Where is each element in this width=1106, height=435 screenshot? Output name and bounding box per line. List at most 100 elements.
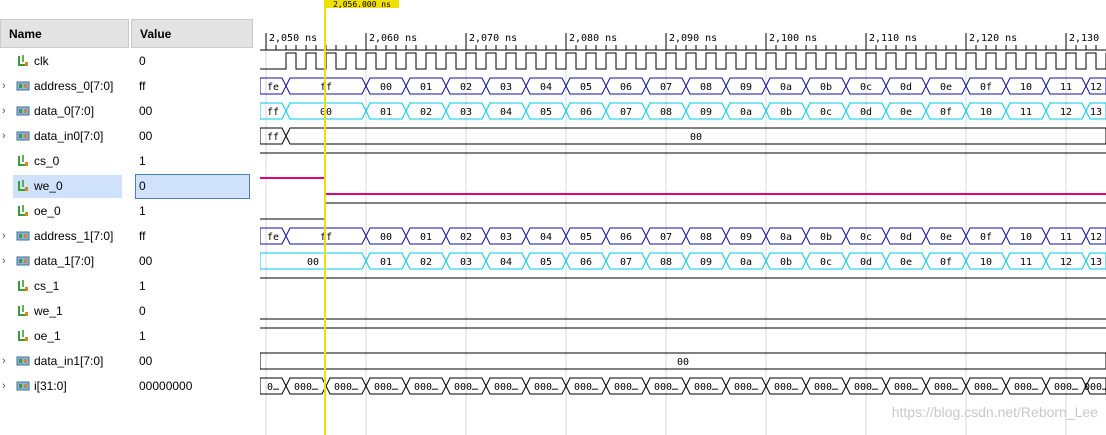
signal-name[interactable]: address_1[7:0] xyxy=(34,229,113,243)
expand-chevron-icon[interactable]: › xyxy=(2,355,6,367)
signal-name[interactable]: i[31:0] xyxy=(34,379,67,393)
time-tick-label: 2,120 ns xyxy=(969,33,1017,44)
i-counter-value-label: 000… xyxy=(694,382,718,393)
signal-row[interactable]: › address_1[7:0] ff xyxy=(0,224,260,249)
data-in0-value-label: 00 xyxy=(690,132,702,143)
signal-row[interactable]: › address_0[7:0] ff xyxy=(0,74,260,99)
address-0-value-label: 0a xyxy=(780,82,792,93)
data-1-value-label: 07 xyxy=(620,257,632,268)
signal-row[interactable]: › data_0[7:0] 00 xyxy=(0,99,260,124)
expand-chevron-icon[interactable]: › xyxy=(2,380,6,392)
signal-value: 0 xyxy=(139,179,146,193)
signal-name[interactable]: address_0[7:0] xyxy=(34,79,113,93)
address-1-value-label: 01 xyxy=(420,232,432,243)
expand-chevron-icon[interactable]: › xyxy=(2,80,6,92)
address-1-value-label: 0c xyxy=(860,232,872,243)
signal-name[interactable]: clk xyxy=(34,54,49,68)
time-tick-label: 2,080 ns xyxy=(569,33,617,44)
signal-row[interactable]: cs_0 1 xyxy=(0,149,260,174)
bus-signal-icon xyxy=(16,79,30,93)
i-counter-value-label: 000… xyxy=(534,382,558,393)
address-0-value-label: 04 xyxy=(540,82,552,93)
data-1-value-label: 04 xyxy=(500,257,512,268)
data-0-value-label: ff xyxy=(267,107,279,118)
signal-row[interactable]: › data_in0[7:0] 00 xyxy=(0,124,260,149)
signal-row[interactable]: oe_0 1 xyxy=(0,199,260,224)
signal-row[interactable]: › data_1[7:0] 00 xyxy=(0,249,260,274)
data-0-value-label: 03 xyxy=(460,107,472,118)
value-column-header[interactable]: Value xyxy=(131,19,253,48)
bit-signal-icon xyxy=(16,54,30,68)
data-in0-value-label: ff xyxy=(267,132,279,143)
address-0-value-label: 08 xyxy=(700,82,712,93)
signal-name[interactable]: data_1[7:0] xyxy=(34,254,94,268)
address-1-value-label: 06 xyxy=(620,232,632,243)
signal-name[interactable]: data_0[7:0] xyxy=(34,104,94,118)
signal-name[interactable]: we_0 xyxy=(34,179,63,193)
signal-row[interactable]: oe_1 1 xyxy=(0,324,260,349)
i-counter-value-label: 000… xyxy=(294,382,318,393)
time-tick-label: 2,070 ns xyxy=(469,33,517,44)
bus-signal-icon xyxy=(16,354,30,368)
signal-row[interactable]: › i[31:0] 00000000 xyxy=(0,374,260,399)
address-0-value-label: 0c xyxy=(860,82,872,93)
data-1-value-label: 0c xyxy=(820,257,832,268)
address-1-value-label: 08 xyxy=(700,232,712,243)
i-counter-value-label: 000… xyxy=(894,382,918,393)
i-counter-value-label: 000… xyxy=(614,382,638,393)
name-column-header[interactable]: Name xyxy=(0,19,129,48)
address-1-value-label: 00 xyxy=(380,232,392,243)
i-counter-value-label: 0… xyxy=(267,382,279,393)
expand-chevron-icon[interactable]: › xyxy=(2,230,6,242)
time-tick-label: 2,130 ns xyxy=(1069,33,1106,44)
signal-row[interactable]: we_1 0 xyxy=(0,299,260,324)
data-1-value-label: 0b xyxy=(780,257,792,268)
bus-signal-icon xyxy=(16,254,30,268)
signal-row[interactable]: clk 0 xyxy=(0,49,260,74)
signal-name[interactable]: data_in0[7:0] xyxy=(34,129,103,143)
address-0-value-label: 0e xyxy=(940,82,952,93)
address-0-value-label: 11 xyxy=(1060,82,1072,93)
data-0-value-label: 06 xyxy=(580,107,592,118)
data-in1-value-label: 00 xyxy=(677,357,689,368)
signal-name[interactable]: we_1 xyxy=(34,304,63,318)
signal-row[interactable]: we_0 0 xyxy=(0,174,260,199)
time-tick-label: 2,100 ns xyxy=(769,33,817,44)
i-counter-value-label: 000… xyxy=(414,382,438,393)
signal-row[interactable]: › data_in1[7:0] 00 xyxy=(0,349,260,374)
signal-row[interactable]: cs_1 1 xyxy=(0,274,260,299)
data-0-value-label: 0d xyxy=(860,107,872,118)
signal-value: 1 xyxy=(139,279,146,293)
i-counter-value-label: 000… xyxy=(1054,382,1078,393)
bit-signal-icon xyxy=(16,329,30,343)
address-1-value-label: fe xyxy=(267,232,279,243)
bus-signal-icon xyxy=(16,104,30,118)
bit-signal-icon xyxy=(16,154,30,168)
expand-chevron-icon[interactable]: › xyxy=(2,105,6,117)
bus-signal-icon xyxy=(16,129,30,143)
waveform-canvas[interactable]: 2,050 ns 2,060 ns 2,070 ns 2,080 ns 2,090 ns… xyxy=(260,0,1106,435)
signal-name[interactable]: cs_1 xyxy=(34,279,59,293)
signal-name[interactable]: cs_0 xyxy=(34,154,59,168)
expand-chevron-icon[interactable]: › xyxy=(2,130,6,142)
signal-value: 0 xyxy=(139,54,146,68)
address-0-value-label: 09 xyxy=(740,82,752,93)
address-0-value-label: 00 xyxy=(380,82,392,93)
data-1-value-label: 0a xyxy=(740,257,752,268)
data-1-value-label: 02 xyxy=(420,257,432,268)
signal-name[interactable]: oe_1 xyxy=(34,329,61,343)
address-0-value-label: 0b xyxy=(820,82,832,93)
i-counter-value-label: 000… xyxy=(334,382,358,393)
expand-chevron-icon[interactable]: › xyxy=(2,255,6,267)
data-1-value-label: 0f xyxy=(940,257,952,268)
signal-name[interactable]: data_in1[7:0] xyxy=(34,354,103,368)
address-1-value-label: 03 xyxy=(500,232,512,243)
address-0-value-label: 05 xyxy=(580,82,592,93)
data-0-value-label: 04 xyxy=(500,107,512,118)
signal-value: 00000000 xyxy=(139,379,193,393)
signal-name-panel: Name Value clk 0 › address_0[7:0] ff › data_0[… xyxy=(0,0,260,435)
signal-name[interactable]: oe_0 xyxy=(34,204,61,218)
address-0-value-label: fe xyxy=(267,82,279,93)
watermark: https://blog.csdn.net/Reborn_Lee xyxy=(891,404,1098,420)
address-1-value-label: 10 xyxy=(1020,232,1032,243)
